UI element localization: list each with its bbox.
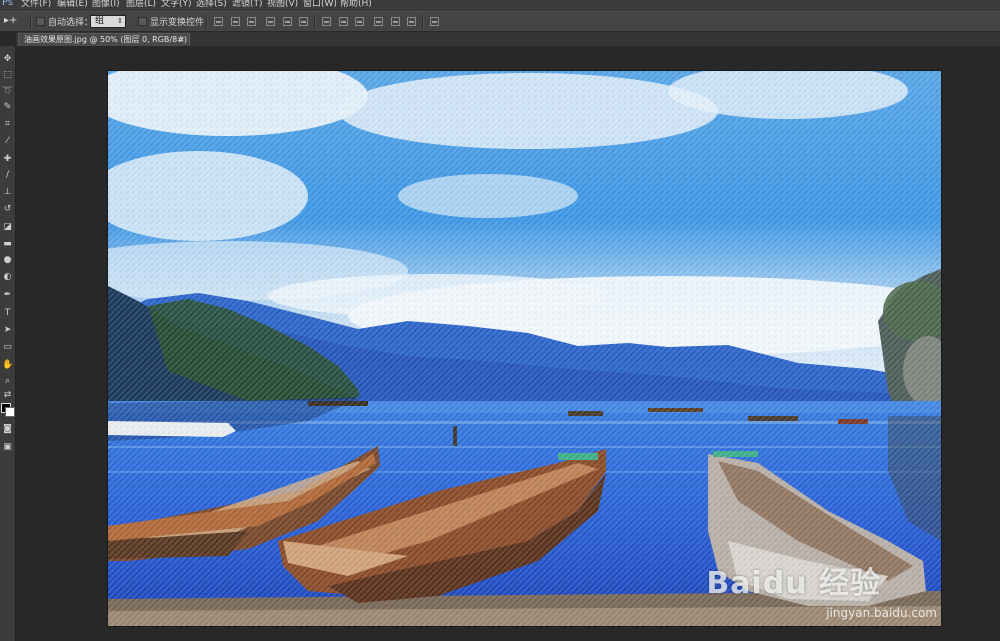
align-vertical-center-icon[interactable] — [231, 17, 240, 26]
rectangle-tool-icon[interactable]: ▭ — [2, 342, 13, 353]
distribute-left-icon[interactable] — [374, 17, 383, 26]
blur-tool-icon[interactable]: ● — [2, 255, 13, 266]
distribute-horizontal-center-icon[interactable] — [391, 17, 400, 26]
align-right-icon[interactable] — [299, 17, 308, 26]
document-tab-title: 油画效果原图.jpg @ 50% (图层 0, RGB/8#) * — [24, 35, 190, 44]
menu-select[interactable]: 选择(S) — [196, 0, 227, 9]
lake-boats-photo — [108, 71, 941, 626]
options-bar: ▸+ 自动选择： 组 ⇕ 显示变换控件 — [0, 11, 1000, 32]
gradient-tool-icon[interactable]: ▬ — [2, 239, 13, 250]
menu-edit[interactable]: 编辑(E) — [57, 0, 88, 9]
menu-view[interactable]: 视图(V) — [267, 0, 298, 9]
distribute-vertical-center-icon[interactable] — [339, 17, 348, 26]
chevron-down-icon: ⇕ — [117, 17, 123, 25]
screen-mode-icon[interactable]: ▣ — [2, 442, 13, 453]
menu-bar: Ps 文件(F) 编辑(E) 图像(I) 图层(L) 文字(Y) 选择(S) 滤… — [0, 0, 1000, 11]
distribute-bottom-icon[interactable] — [355, 17, 364, 26]
document-tab[interactable]: 油画效果原图.jpg @ 50% (图层 0, RGB/8#) * × — [18, 33, 190, 46]
menu-help[interactable]: 帮助(H) — [340, 0, 372, 9]
quick-mask-icon[interactable]: ◙ — [2, 424, 13, 435]
move-tool-preset-picker[interactable]: ▸+ — [4, 15, 28, 28]
lasso-tool-icon[interactable]: ➰ — [2, 86, 13, 97]
tools-panel: ✥ ⬚ ➰ ✎ ⌗ ⁄ ✚ / ⊥ ↺ ◪ ▬ ● ◐ ✒ T ➤ ▭ ✋ ⌕ … — [0, 46, 16, 641]
swap-colors-icon[interactable]: ⇄ — [2, 390, 13, 401]
pen-tool-icon[interactable]: ✒ — [2, 290, 13, 301]
align-left-icon[interactable] — [266, 17, 275, 26]
path-selection-tool-icon[interactable]: ➤ — [2, 325, 13, 336]
separator — [30, 15, 32, 29]
auto-select-dropdown[interactable]: 组 ⇕ — [90, 15, 126, 28]
distribute-top-icon[interactable] — [322, 17, 331, 26]
zoom-tool-icon[interactable]: ⌕ — [2, 376, 13, 387]
auto-select-value: 组 — [95, 16, 105, 26]
auto-align-layers-icon[interactable] — [430, 17, 439, 26]
auto-select-label: 自动选择： — [48, 18, 94, 28]
watermark-url: jingyan.baidu.com — [826, 606, 937, 620]
photoshop-logo: Ps — [2, 0, 14, 8]
distribute-right-icon[interactable] — [407, 17, 416, 26]
marquee-tool-icon[interactable]: ⬚ — [2, 70, 13, 81]
close-icon[interactable]: × — [178, 34, 185, 45]
separator — [314, 15, 316, 29]
auto-select-checkbox[interactable] — [36, 17, 45, 26]
menu-image[interactable]: 图像(I) — [92, 0, 120, 9]
watermark-logo: Baidu 经验 — [706, 566, 881, 601]
crop-tool-icon[interactable]: ⌗ — [2, 119, 13, 130]
healing-brush-tool-icon[interactable]: ✚ — [2, 154, 13, 165]
menu-layer[interactable]: 图层(L) — [126, 0, 156, 9]
align-bottom-icon[interactable] — [247, 17, 256, 26]
hand-tool-icon[interactable]: ✋ — [2, 360, 13, 371]
move-tool-icon[interactable]: ✥ — [2, 54, 13, 65]
menu-window[interactable]: 窗口(W) — [303, 0, 337, 9]
align-horizontal-center-icon[interactable] — [283, 17, 292, 26]
brush-tool-icon[interactable]: / — [2, 170, 13, 181]
dodge-tool-icon[interactable]: ◐ — [2, 272, 13, 283]
document-canvas-image[interactable]: Baidu 经验 jingyan.baidu.com — [108, 71, 941, 626]
menu-file[interactable]: 文件(F) — [21, 0, 51, 9]
eyedropper-tool-icon[interactable]: ⁄ — [2, 136, 13, 147]
clone-stamp-tool-icon[interactable]: ⊥ — [2, 187, 13, 198]
menu-filter[interactable]: 滤镜(T) — [232, 0, 263, 9]
history-brush-tool-icon[interactable]: ↺ — [2, 204, 13, 215]
show-transform-checkbox[interactable] — [138, 17, 147, 26]
quick-selection-tool-icon[interactable]: ✎ — [2, 102, 13, 113]
background-color-swatch[interactable] — [5, 407, 15, 417]
separator — [206, 15, 208, 29]
menu-type[interactable]: 文字(Y) — [161, 0, 192, 9]
canvas-workspace: Baidu 经验 jingyan.baidu.com — [17, 46, 1000, 641]
show-transform-label: 显示变换控件 — [150, 18, 205, 28]
align-top-icon[interactable] — [214, 17, 223, 26]
eraser-tool-icon[interactable]: ◪ — [2, 222, 13, 233]
type-tool-icon[interactable]: T — [2, 308, 13, 319]
separator — [422, 15, 424, 29]
document-tab-bar: 油画效果原图.jpg @ 50% (图层 0, RGB/8#) * × — [16, 32, 1000, 46]
